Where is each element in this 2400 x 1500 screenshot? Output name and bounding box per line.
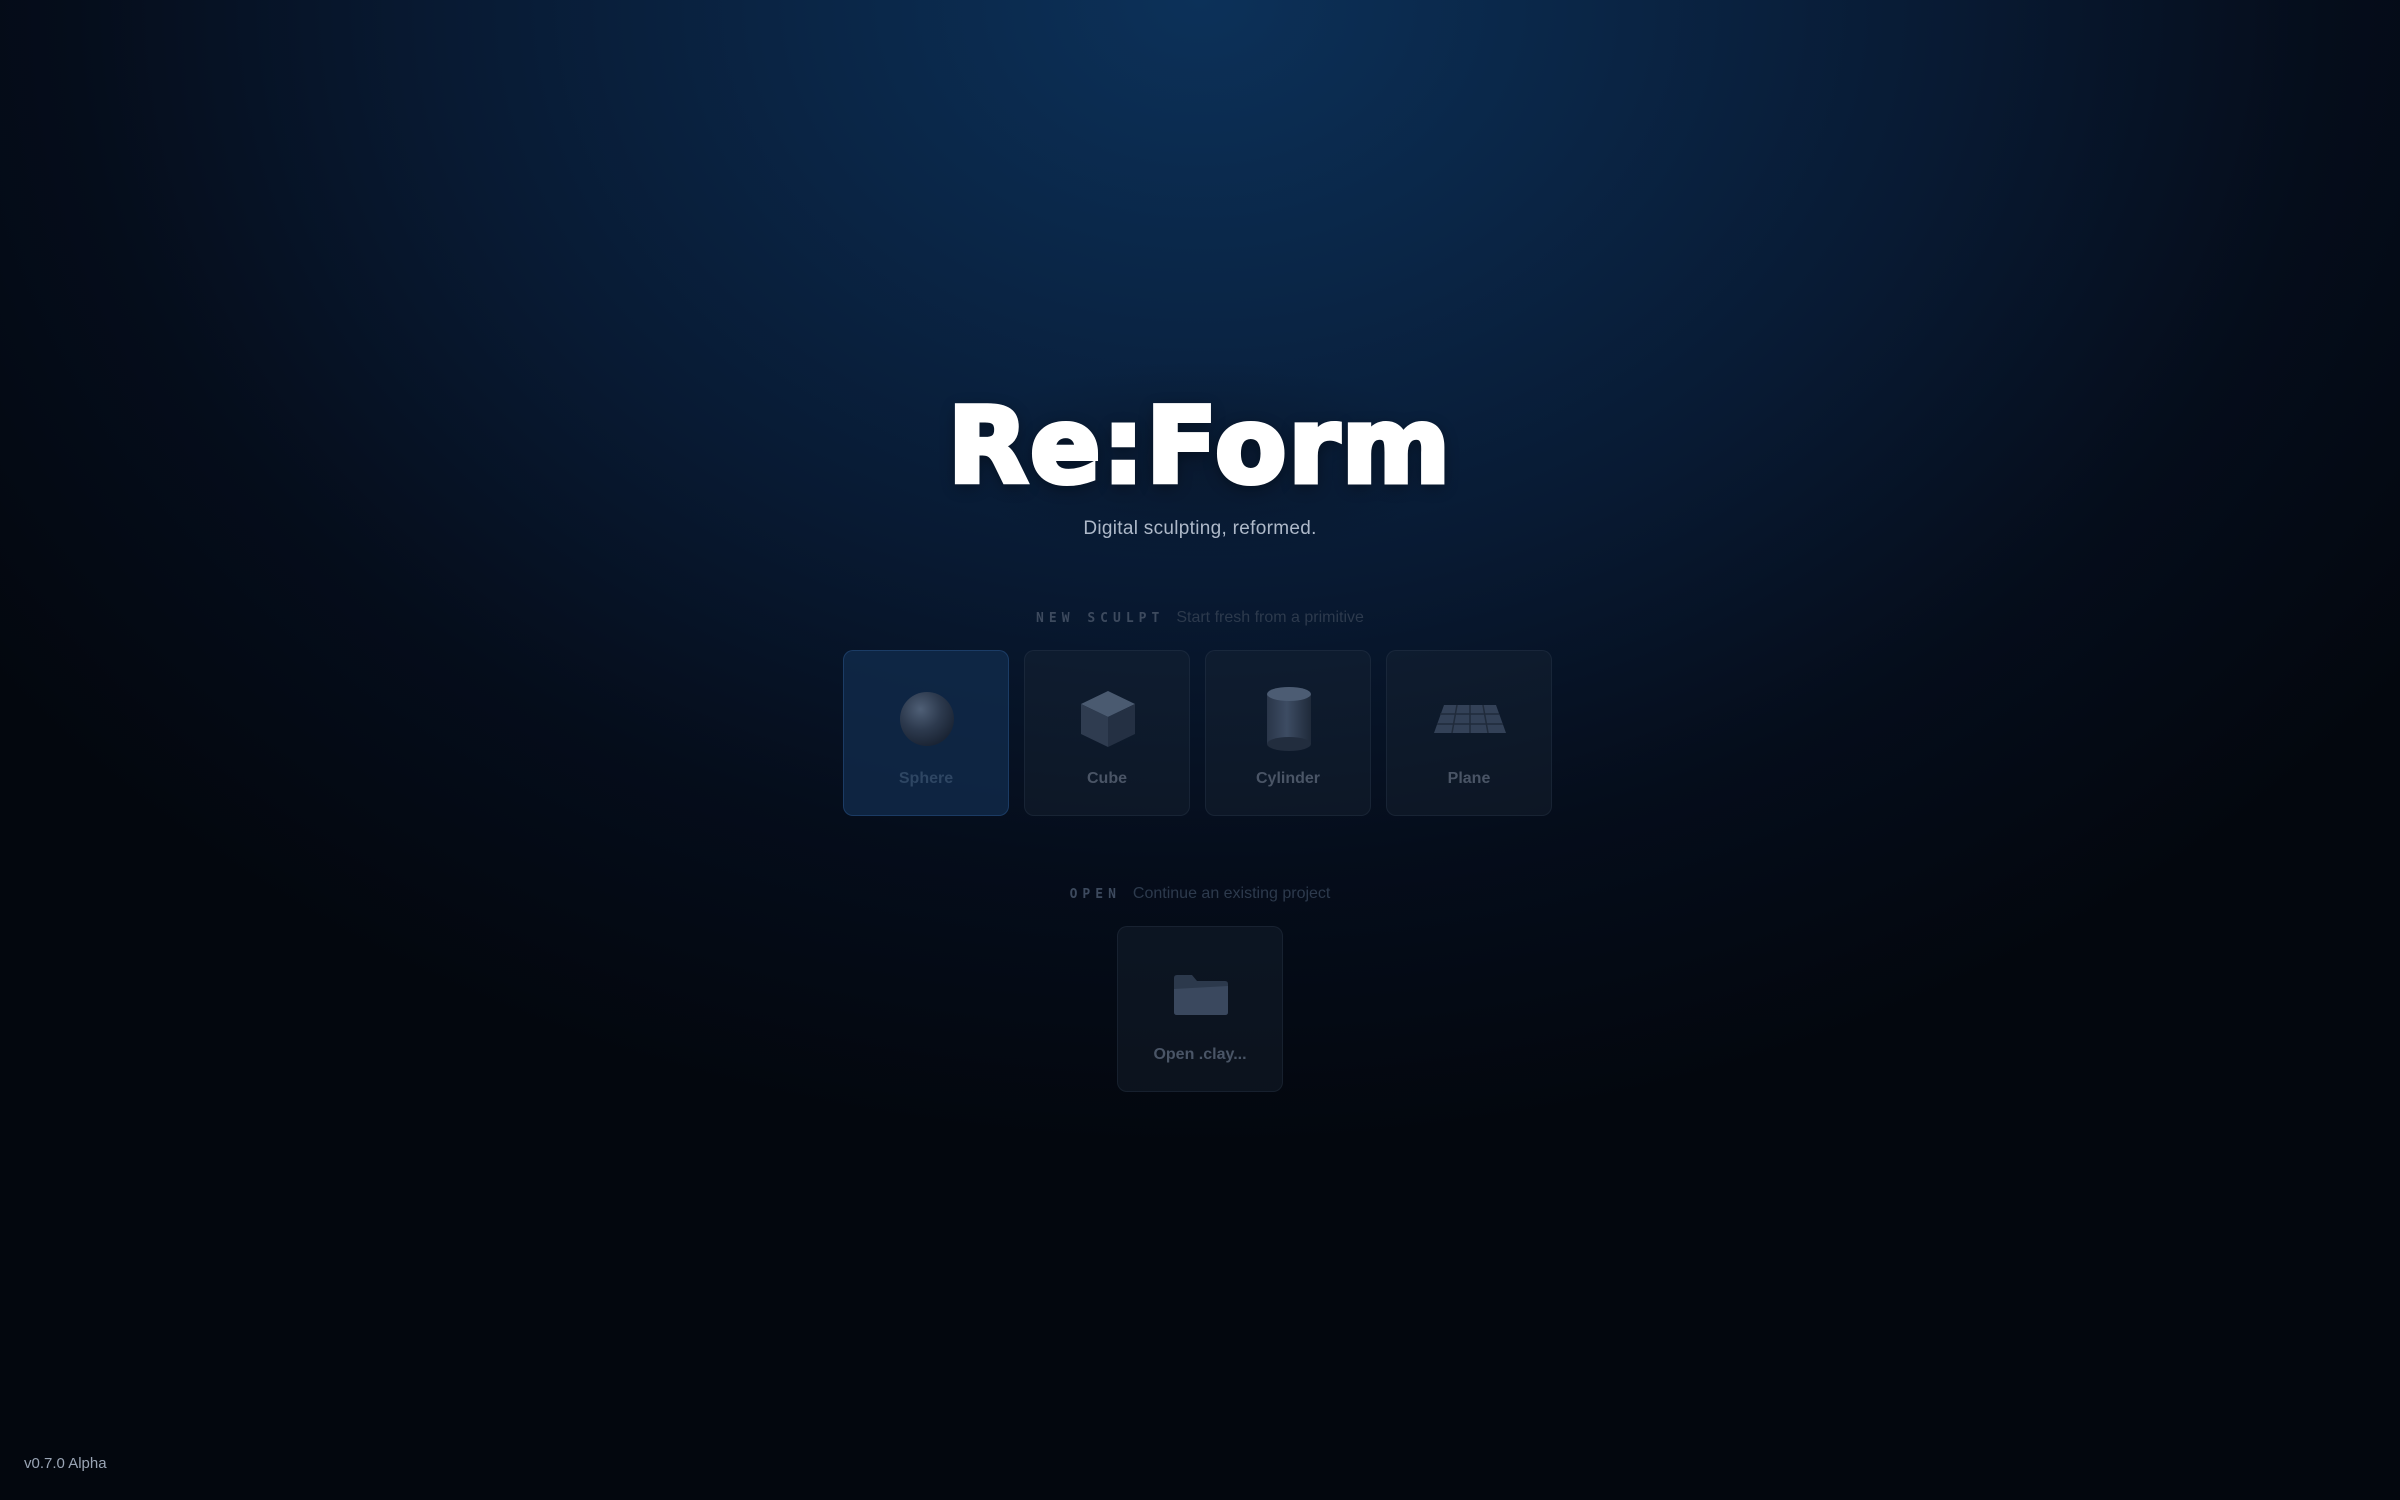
open-clay-button[interactable]: Open .clay...	[1117, 926, 1283, 1092]
new-sculpt-header: NEW SCULPT Start fresh from a primitive	[0, 609, 2400, 627]
cylinder-label: Cylinder	[1255, 770, 1320, 787]
new-sculpt-description: Start fresh from a primitive	[1176, 609, 1364, 626]
folder-icon	[1118, 963, 1284, 1027]
app-title: Re:Form	[945, 384, 1453, 509]
open-label: OPEN	[1069, 887, 1121, 902]
primitive-tiles: Sphere Cube Cylinder Plane	[843, 650, 1552, 816]
app-tagline: Digital sculpting, reformed.	[1083, 518, 1317, 539]
plane-tile[interactable]: Plane	[1386, 650, 1552, 816]
sphere-tile[interactable]: Sphere	[843, 650, 1009, 816]
version-label: v0.7.0 Alpha	[24, 1455, 107, 1472]
open-clay-label: Open .clay...	[1153, 1046, 1247, 1063]
cube-label: Cube	[1087, 770, 1127, 787]
sphere-label: Sphere	[898, 770, 954, 787]
open-description: Continue an existing project	[1132, 885, 1331, 902]
open-header: OPEN Continue an existing project	[0, 885, 2400, 903]
cylinder-tile[interactable]: Cylinder	[1205, 650, 1371, 816]
cylinder-icon	[1206, 687, 1372, 751]
plane-label: Plane	[1447, 770, 1491, 787]
start-screen: Re:Form Digital sculpting, reformed. NEW…	[0, 0, 2400, 1500]
sphere-icon	[844, 687, 1010, 751]
plane-icon	[1387, 687, 1553, 751]
new-sculpt-label: NEW SCULPT	[1036, 611, 1165, 626]
cube-icon	[1025, 687, 1191, 751]
cube-tile[interactable]: Cube	[1024, 650, 1190, 816]
